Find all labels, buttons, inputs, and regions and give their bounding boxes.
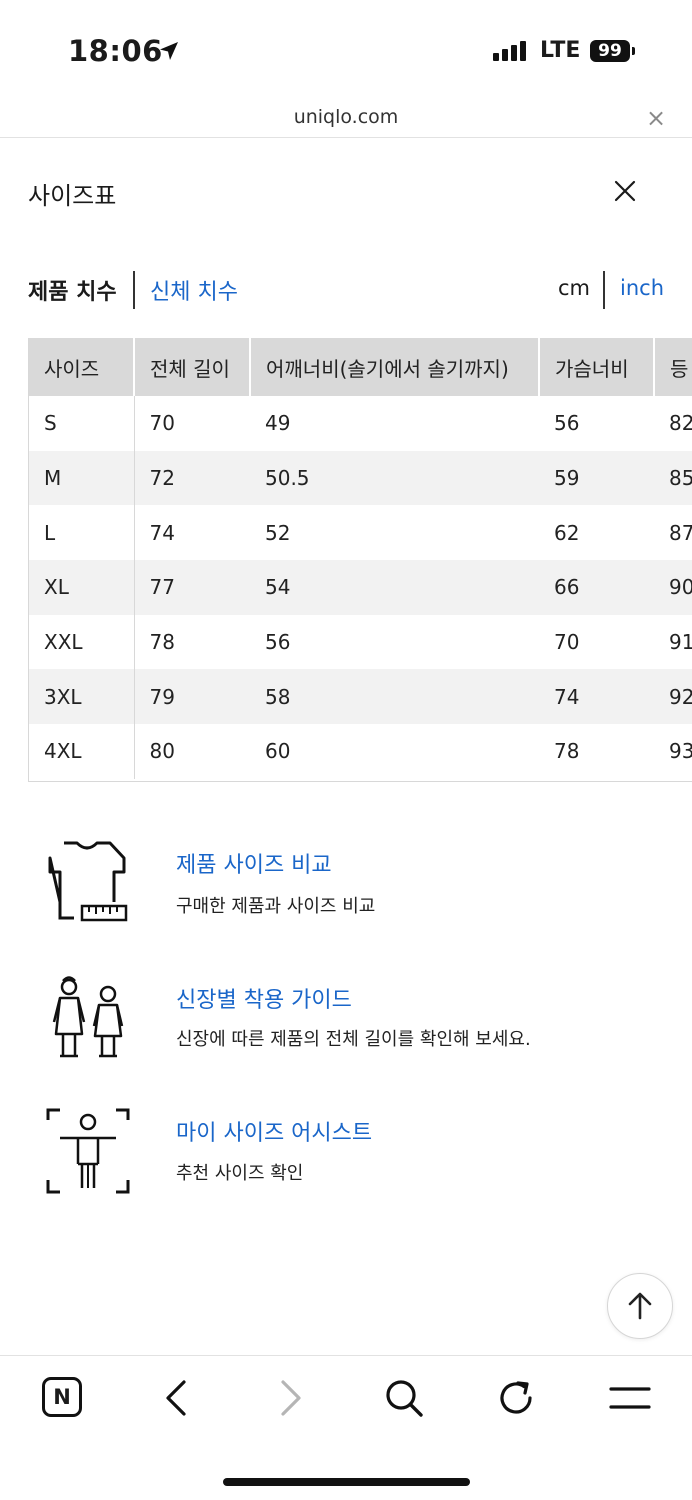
search-icon[interactable] xyxy=(383,1377,425,1419)
column-header: 전체 길이 xyxy=(134,338,251,396)
table-cell: 82.5 xyxy=(654,396,692,451)
scroll-to-top-button[interactable] xyxy=(607,1273,673,1339)
cellular-signal-icon xyxy=(493,41,526,61)
feature-link-height-guide[interactable]: 신장별 착용 가이드 xyxy=(176,982,352,1014)
table-cell: 56 xyxy=(250,614,539,670)
naver-home-icon[interactable]: N xyxy=(42,1377,82,1417)
tab-body-size[interactable]: 신체 치수 xyxy=(150,274,238,306)
table-cell: 50.5 xyxy=(250,450,539,506)
size-cell: XL xyxy=(29,560,135,615)
location-arrow-icon xyxy=(160,42,178,60)
arrow-up-icon xyxy=(628,1292,652,1320)
column-header: 사이즈 xyxy=(29,338,135,396)
toolbar-divider xyxy=(0,1355,692,1356)
feature-desc: 구매한 제품과 사이즈 비교 xyxy=(176,896,376,917)
body-scan-icon xyxy=(46,1108,130,1194)
feature-desc: 추천 사이즈 확인 xyxy=(176,1163,304,1184)
url-text[interactable]: uniqlo.com xyxy=(0,106,692,128)
table-cell: 77 xyxy=(134,560,250,615)
tab-divider xyxy=(133,271,135,309)
column-header: 가슴너비 xyxy=(539,338,655,396)
table-header-row: 사이즈 전체 길이 어깨너비(솔기에서 솔기까지) 가슴너비 등 솔 xyxy=(29,338,692,396)
table-row: S 70 49 56 82.5 xyxy=(29,396,692,451)
home-indicator xyxy=(223,1478,470,1486)
table-row: M 72 50.5 59 85 xyxy=(29,450,692,506)
forward-icon[interactable] xyxy=(273,1378,307,1418)
size-cell: 3XL xyxy=(29,669,135,725)
table-cell: 58 xyxy=(250,669,539,725)
column-header: 등 솔 xyxy=(654,338,692,396)
table-cell: 78 xyxy=(134,614,250,670)
table-cell: 87.5 xyxy=(654,505,692,561)
unit-divider xyxy=(603,271,605,309)
table-cell: 70 xyxy=(539,614,654,670)
table-cell: 52 xyxy=(250,505,539,561)
table-cell: 92 xyxy=(654,669,692,725)
tab-product-size[interactable]: 제품 치수 xyxy=(28,274,117,306)
url-close-icon[interactable]: × xyxy=(646,104,666,132)
size-cell: M xyxy=(29,450,135,506)
close-icon[interactable] xyxy=(610,176,640,206)
feature-link-my-size-assist[interactable]: 마이 사이즈 어시스트 xyxy=(176,1115,372,1147)
page-title: 사이즈표 xyxy=(28,182,117,210)
table-row: XL 77 54 66 90 xyxy=(29,560,692,615)
naver-home-letter: N xyxy=(53,1385,71,1409)
size-cell: S xyxy=(29,396,135,451)
table-row: 3XL 79 58 74 92 xyxy=(29,669,692,725)
table-cell: 85 xyxy=(654,450,692,506)
table-cell: 72 xyxy=(134,450,250,506)
column-header: 어깨너비(솔기에서 솔기까지) xyxy=(250,338,540,396)
size-cell: L xyxy=(29,505,135,561)
table-cell: 91 xyxy=(654,614,692,670)
battery-icon: 99 xyxy=(590,40,630,62)
reload-icon[interactable] xyxy=(496,1377,538,1419)
status-time: 18:06 xyxy=(68,34,163,68)
table-cell: 56 xyxy=(539,396,654,451)
table-cell: 80 xyxy=(134,724,250,779)
two-people-icon xyxy=(52,976,124,1058)
table-cell: 90 xyxy=(654,560,692,615)
table-cell: 66 xyxy=(539,560,654,615)
table-cell: 79 xyxy=(134,669,250,725)
table-row: L 74 52 62 87.5 xyxy=(29,505,692,561)
battery-nub xyxy=(632,47,635,55)
menu-icon[interactable] xyxy=(609,1382,651,1414)
table-cell: 54 xyxy=(250,560,539,615)
table-cell: 93 xyxy=(654,724,692,779)
table-cell: 49 xyxy=(250,396,539,451)
tshirt-ruler-icon xyxy=(48,841,128,922)
network-type: LTE xyxy=(540,38,581,63)
table-cell: 59 xyxy=(539,450,654,506)
url-divider xyxy=(0,137,692,138)
feature-link-size-compare[interactable]: 제품 사이즈 비교 xyxy=(176,847,332,879)
size-cell: 4XL xyxy=(29,724,135,779)
back-icon[interactable] xyxy=(160,1378,194,1418)
table-cell: 70 xyxy=(134,396,250,451)
table-cell: 74 xyxy=(134,505,250,561)
table-row: 4XL 80 60 78 93 xyxy=(29,724,692,779)
size-cell: XXL xyxy=(29,614,135,670)
table-row: XXL 78 56 70 91 xyxy=(29,614,692,670)
table-cell: 62 xyxy=(539,505,654,561)
table-cell: 74 xyxy=(539,669,654,725)
unit-cm-toggle[interactable]: cm xyxy=(558,276,590,300)
table-cell: 60 xyxy=(250,724,539,779)
feature-desc: 신장에 따른 제품의 전체 길이를 확인해 보세요. xyxy=(176,1029,531,1050)
size-table[interactable]: 사이즈 전체 길이 어깨너비(솔기에서 솔기까지) 가슴너비 등 솔 S 70 … xyxy=(28,338,692,782)
unit-inch-toggle[interactable]: inch xyxy=(620,276,664,300)
table-cell: 78 xyxy=(539,724,654,779)
